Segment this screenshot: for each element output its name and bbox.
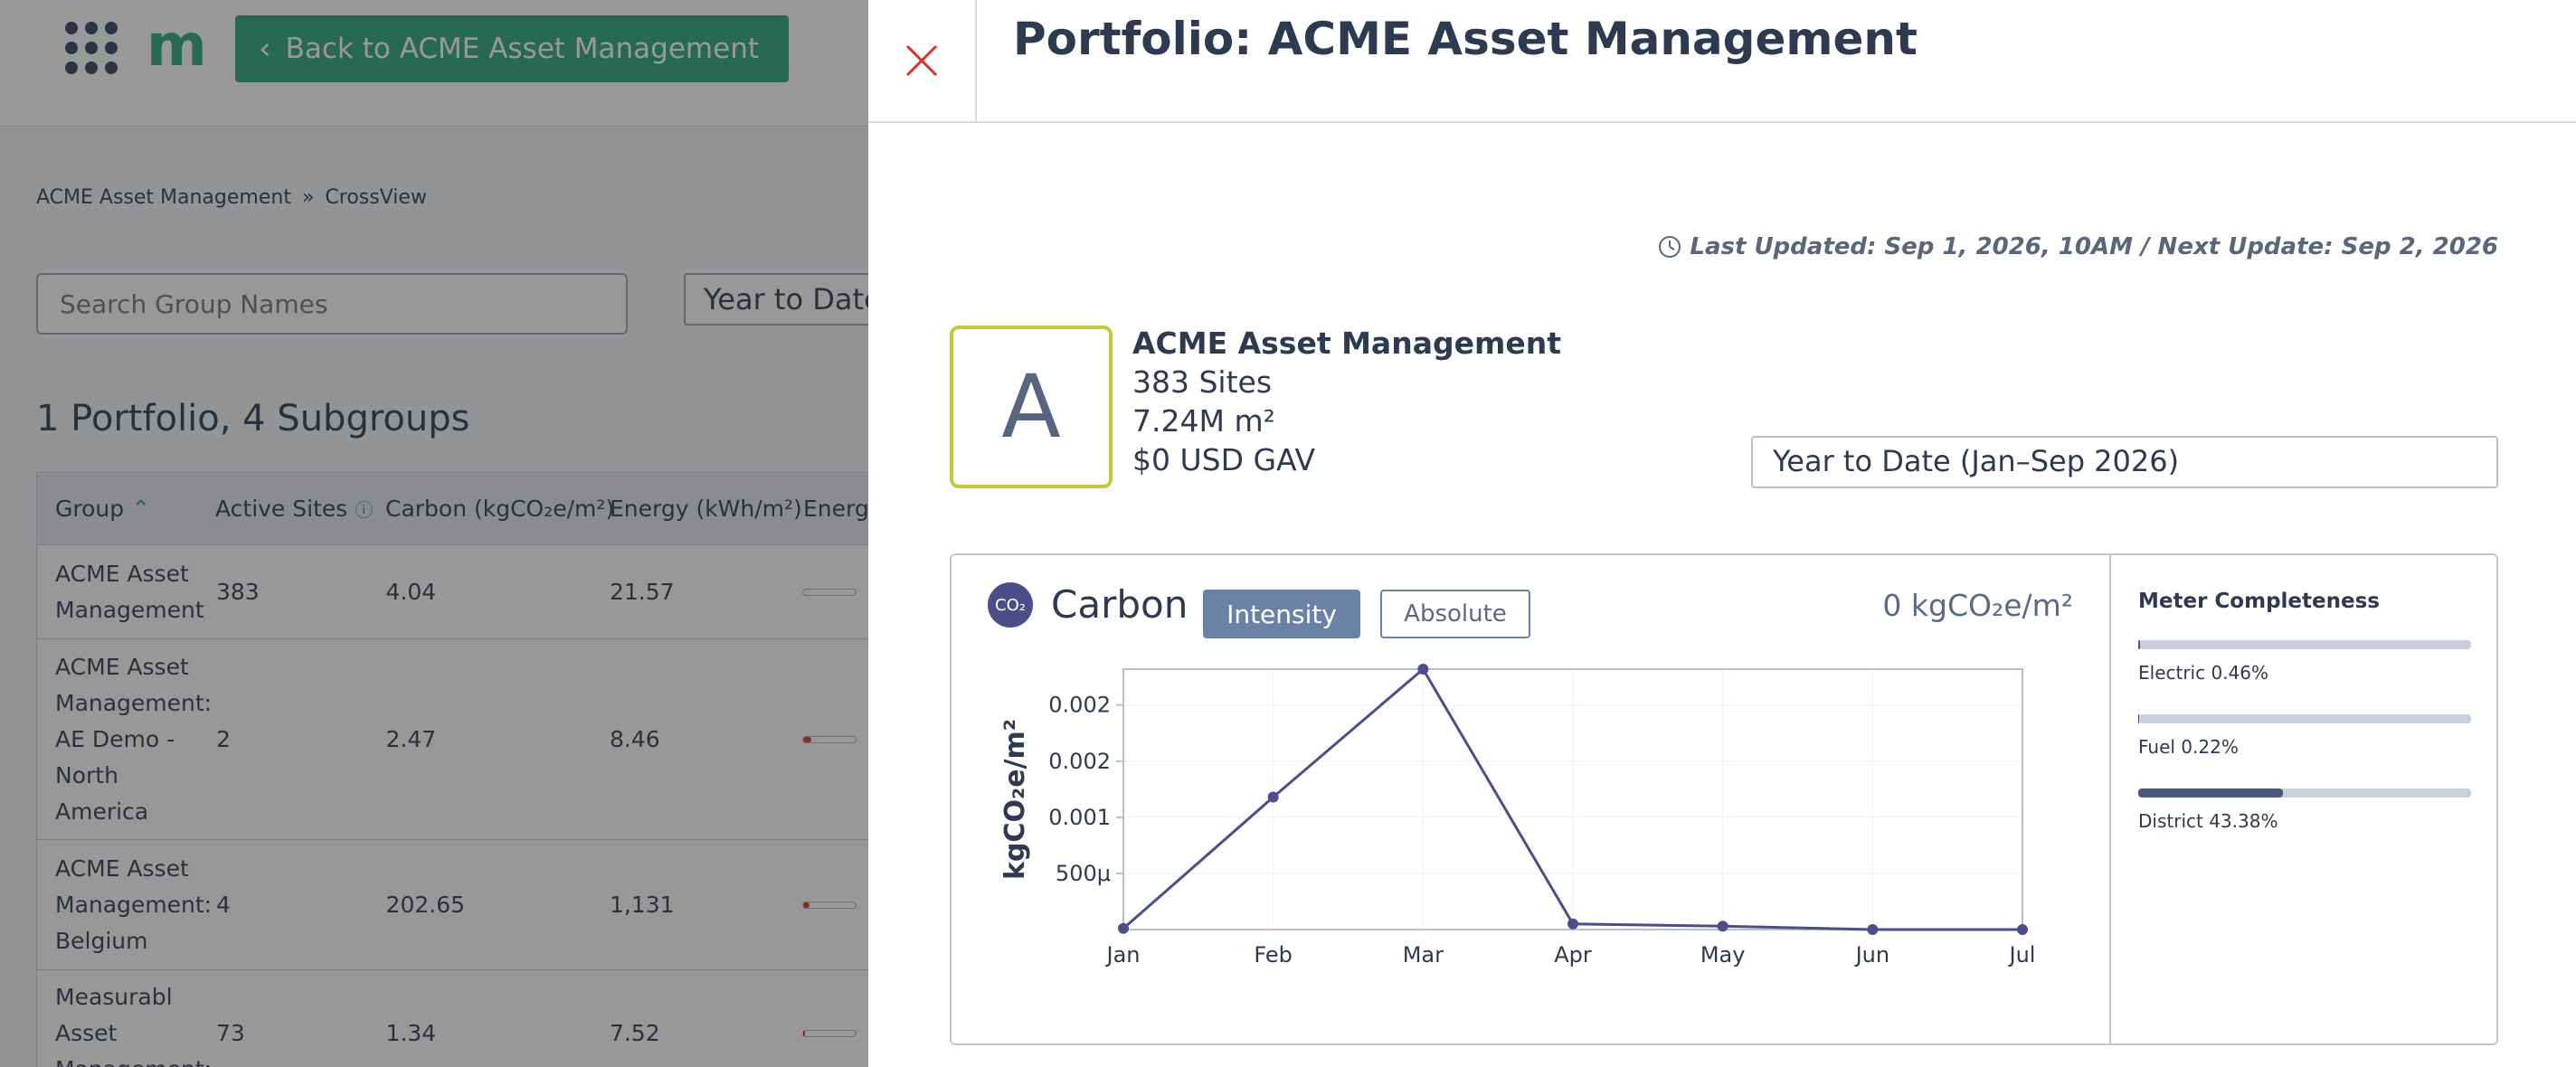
data-point [1867, 924, 1879, 935]
carbon-card: CO₂ Carbon Intensity Absolute 0 kgCO₂e/m… [950, 553, 2498, 1045]
close-icon [905, 44, 938, 77]
carbon-line-chart: Jan Feb Mar Apr May Jun Jul 500μ 0.001 0.002 0.002… [999, 664, 2036, 968]
completeness-bar [2138, 788, 2471, 798]
data-point [1417, 664, 1429, 675]
card-title: Carbon [1051, 582, 1189, 627]
absolute-button[interactable]: Absolute [1380, 590, 1530, 638]
portfolio-info: ACME Asset Management 383 Sites 7.24M m²… [1132, 324, 1561, 479]
close-button[interactable] [868, 0, 977, 121]
card-value: 0 kgCO₂e/m² [1882, 588, 2073, 623]
x-tick-label: Mar [1403, 942, 1444, 968]
x-tick-label: Jun [1854, 942, 1890, 968]
portfolio-name: ACME Asset Management [1132, 326, 1562, 361]
intensity-button[interactable]: Intensity [1203, 590, 1360, 638]
y-tick-label: 0.002 [1048, 749, 1111, 774]
panel-period-select[interactable]: Year to Date (Jan–Sep 2026) [1751, 436, 2498, 488]
data-point [1267, 791, 1279, 803]
data-point [1717, 921, 1728, 932]
y-tick-label: 0.001 [1048, 805, 1111, 830]
portfolio-gav: $0 USD GAV [1132, 442, 1316, 477]
portfolio-panel: Portfolio: ACME Asset Management Last Up… [868, 0, 2576, 1067]
clock-icon [1659, 236, 1681, 258]
portfolio-area: 7.24M m² [1132, 403, 1275, 439]
data-point [2017, 924, 2028, 935]
co2-icon: CO₂ [988, 582, 1033, 628]
x-tick-label: Jul [2008, 942, 2036, 968]
panel-header: Portfolio: ACME Asset Management [868, 0, 2576, 123]
last-updated-text: Last Updated: Sep 1, 2026, 10AM / Next U… [1690, 233, 2498, 260]
completeness-item-electric: Electric 0.46% [2138, 640, 2482, 684]
completeness-item-district: District 43.38% [2138, 788, 2482, 832]
last-updated: Last Updated: Sep 1, 2026, 10AM / Next U… [1657, 233, 2498, 260]
portfolio-sites: 383 Sites [1132, 364, 1273, 400]
meter-completeness-title: Meter Completeness [2138, 590, 2380, 613]
x-tick-label: Apr [1554, 942, 1592, 968]
completeness-bar [2138, 714, 2471, 723]
data-point [1567, 918, 1578, 930]
x-tick-label: Jan [1105, 942, 1141, 968]
y-tick-label: 500μ [1056, 861, 1111, 886]
completeness-label: Electric 0.46% [2138, 662, 2269, 684]
card-divider [2109, 555, 2111, 1043]
data-point [1118, 922, 1129, 934]
completeness-bar [2138, 640, 2471, 649]
meter-completeness: Meter Completeness Electric 0.46% Fuel 0… [2138, 590, 2482, 863]
y-axis-label: kgCO₂e/m² [999, 719, 1031, 880]
x-tick-label: May [1700, 942, 1746, 968]
completeness-item-fuel: Fuel 0.22% [2138, 714, 2482, 758]
portfolio-avatar: A [950, 326, 1113, 488]
completeness-label: Fuel 0.22% [2138, 736, 2239, 758]
completeness-label: District 43.38% [2138, 810, 2278, 832]
x-tick-label: Feb [1254, 942, 1293, 968]
panel-title: Portfolio: ACME Asset Management [1013, 13, 1918, 65]
y-tick-label: 0.002 [1048, 693, 1111, 718]
